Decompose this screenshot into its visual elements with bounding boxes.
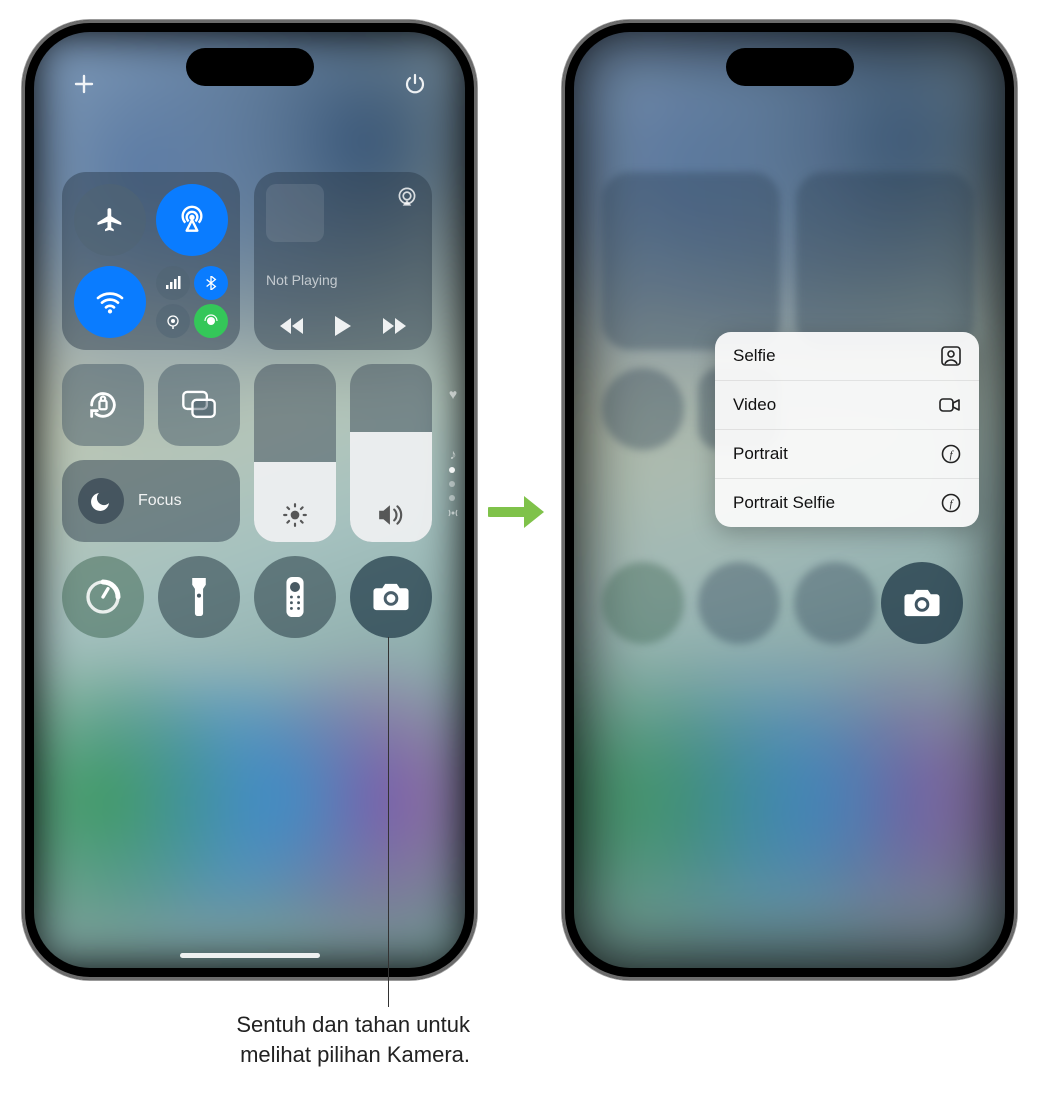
- page-indicator-icons: ♥ ♪: [446, 364, 460, 542]
- media-module[interactable]: Not Playing: [254, 172, 432, 350]
- menu-item-label: Video: [733, 395, 776, 415]
- volume-slider[interactable]: [350, 364, 432, 542]
- menu-item-video[interactable]: Video: [715, 381, 979, 430]
- play-button[interactable]: [332, 314, 354, 338]
- menu-item-label: Selfie: [733, 346, 776, 366]
- cellular-button[interactable]: [156, 266, 190, 300]
- callout-line-1: Sentuh dan tahan untuk: [236, 1012, 470, 1037]
- phone-right: Selfie Video Portrait f Portrait Selfie: [562, 20, 1017, 980]
- aperture-icon: f: [941, 444, 961, 464]
- moon-icon-wrap: [78, 478, 124, 524]
- screen-mirror-button[interactable]: [158, 364, 240, 446]
- dynamic-island: [726, 48, 854, 86]
- connectivity-extra: [156, 266, 228, 338]
- timer-icon: [83, 577, 123, 617]
- antenna-icon: [446, 506, 460, 520]
- airdrop-button[interactable]: [156, 184, 228, 256]
- camera-context-menu: Selfie Video Portrait f Portrait Selfie: [715, 332, 979, 527]
- moon-icon: [89, 489, 113, 513]
- blurred-module: [602, 368, 684, 450]
- power-button[interactable]: [395, 64, 435, 104]
- blurred-module: [794, 562, 876, 644]
- flashlight-icon: [189, 578, 209, 616]
- wifi-icon: [94, 286, 126, 318]
- dynamic-island: [186, 48, 314, 86]
- camera-button-active[interactable]: [881, 562, 963, 644]
- flashlight-button[interactable]: [158, 556, 240, 638]
- focus-button[interactable]: Focus: [62, 460, 240, 542]
- blurred-module: [602, 562, 684, 644]
- blurred-module: [698, 562, 780, 644]
- bluetooth-icon: [204, 276, 218, 290]
- hotspot-icon: [165, 313, 181, 329]
- media-title: Not Playing: [266, 272, 420, 288]
- phone-left: Not Playing: [22, 20, 477, 980]
- control-center: Not Playing: [62, 172, 434, 652]
- rotation-lock-button[interactable]: [62, 364, 144, 446]
- menu-item-selfie[interactable]: Selfie: [715, 332, 979, 381]
- page-dot: [449, 467, 455, 473]
- camera-button[interactable]: [350, 556, 432, 638]
- airplay-icon[interactable]: [394, 184, 420, 210]
- menu-item-label: Portrait: [733, 444, 788, 464]
- remote-icon: [286, 577, 304, 617]
- connectivity-module[interactable]: [62, 172, 240, 350]
- menu-item-label: Portrait Selfie: [733, 493, 835, 513]
- screen-mirror-icon: [182, 390, 216, 420]
- page-dots[interactable]: [449, 467, 455, 501]
- camera-icon: [903, 588, 941, 618]
- power-icon: [403, 72, 427, 96]
- video-camera-icon: [939, 397, 961, 413]
- add-icon: [73, 73, 95, 95]
- blurred-module: [602, 172, 780, 350]
- play-icon: [332, 314, 354, 338]
- menu-item-portrait-selfie[interactable]: Portrait Selfie f: [715, 479, 979, 527]
- airplane-mode-button[interactable]: [74, 184, 146, 256]
- blurred-module: [796, 172, 974, 350]
- svg-text:f: f: [949, 498, 954, 510]
- music-note-icon: ♪: [450, 446, 457, 462]
- timer-button[interactable]: [62, 556, 144, 638]
- add-control-button[interactable]: [64, 64, 104, 104]
- callout-line: [388, 637, 389, 1007]
- volume-icon: [377, 502, 405, 528]
- brightness-slider[interactable]: [254, 364, 336, 542]
- bluetooth-button[interactable]: [194, 266, 228, 300]
- airdrop-icon: [176, 204, 208, 236]
- screen: Selfie Video Portrait f Portrait Selfie: [574, 32, 1005, 968]
- forward-button[interactable]: [379, 316, 407, 336]
- svg-text:f: f: [949, 449, 954, 461]
- home-indicator[interactable]: [180, 953, 320, 958]
- wifi-button[interactable]: [74, 266, 146, 338]
- transition-arrow: [488, 490, 548, 534]
- callout-line-2: melihat pilihan Kamera.: [240, 1042, 470, 1067]
- person-square-icon: [941, 346, 961, 366]
- page-dot: [449, 495, 455, 501]
- focus-label: Focus: [138, 492, 182, 510]
- heart-icon: ♥: [449, 386, 457, 402]
- callout-text: Sentuh dan tahan untuk melihat pilihan K…: [70, 1010, 470, 1069]
- rotation-lock-icon: [86, 388, 120, 422]
- remote-button[interactable]: [254, 556, 336, 638]
- brightness-icon: [282, 502, 308, 528]
- media-artwork: [266, 184, 324, 242]
- camera-icon: [372, 582, 410, 612]
- cellular-icon: [165, 275, 181, 291]
- menu-item-portrait[interactable]: Portrait f: [715, 430, 979, 479]
- aperture-icon: f: [941, 493, 961, 513]
- forward-icon: [379, 316, 407, 336]
- satellite-button[interactable]: [194, 304, 228, 338]
- satellite-icon: [203, 313, 219, 329]
- page-dot: [449, 481, 455, 487]
- rewind-button[interactable]: [279, 316, 307, 336]
- airplane-icon: [95, 205, 125, 235]
- hotspot-button[interactable]: [156, 304, 190, 338]
- screen: Not Playing: [34, 32, 465, 968]
- rewind-icon: [279, 316, 307, 336]
